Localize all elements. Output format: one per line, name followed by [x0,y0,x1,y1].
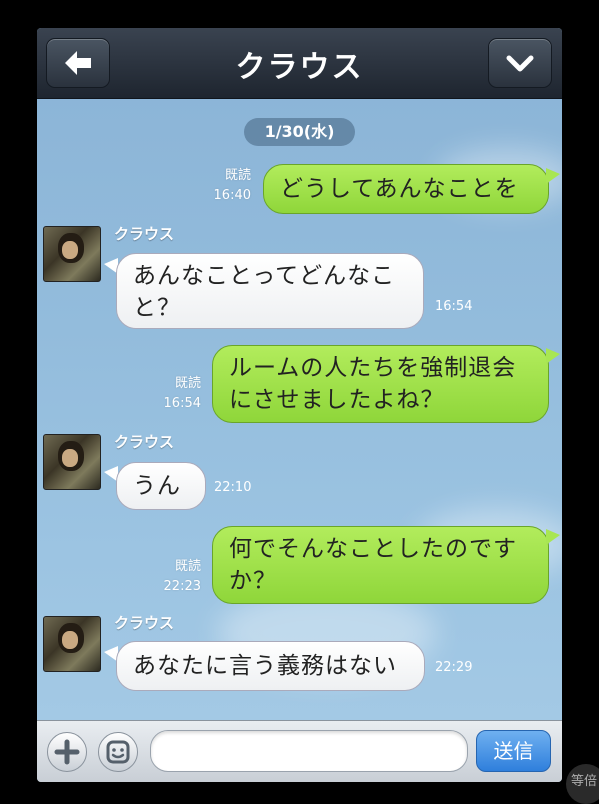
message-text: 何でそんなことしたのです [229,536,517,562]
message-text: うん [133,473,181,499]
message-text: か？ [229,568,277,594]
read-receipt: 既読 16:40 [213,168,251,203]
message-bubble-outgoing[interactable]: ルームの人たちを強制退会 にさせましたよね？ [212,345,549,423]
message-text: あんなことってどんなこ [133,263,396,289]
read-receipt: 既読 16:54 [163,376,201,411]
avatar[interactable] [43,616,101,672]
chevron-down-icon [506,55,534,72]
sticker-button[interactable] [98,732,138,772]
chat-screen: クラウス 1/30(水) 既読 16:40 どうしてあんなことを クラウス あんな… [37,28,562,782]
message-bubble-incoming[interactable]: うん [116,462,206,510]
plus-icon [54,739,80,765]
message-text: と？ [133,295,181,321]
sender-name: クラウス [114,225,175,243]
message-bubble-incoming[interactable]: あんなことってどんなこ と？ [116,253,424,329]
message-text: ルームの人たちを強制退会 [229,355,517,381]
chat-header: クラウス [37,28,562,99]
avatar[interactable] [43,434,101,490]
message-time: 22:10 [214,480,252,495]
message-input-bar: 送信 [37,720,562,782]
smiley-icon [106,740,130,764]
zoom-badge[interactable]: 等倍 [566,764,599,804]
message-input[interactable] [150,730,468,772]
sender-name: クラウス [114,614,175,632]
chat-title: クラウス [235,50,364,85]
message-bubble-outgoing[interactable]: どうしてあんなことを [263,164,549,214]
message-bubble-incoming[interactable]: あなたに言う義務はない [116,641,425,691]
message-time: 22:29 [435,660,473,675]
message-time: 16:54 [435,299,473,314]
date-separator: 1/30(水) [244,118,355,146]
message-text: どうしてあんなことを [280,176,519,202]
message-text: あなたに言う義務はない [133,653,397,679]
read-receipt: 既読 22:23 [163,559,201,594]
bubble-tail [546,348,560,364]
add-attachment-button[interactable] [47,732,87,772]
bubble-tail [546,168,560,184]
bubble-tail [546,529,560,545]
avatar[interactable] [43,226,101,282]
menu-toggle-button[interactable] [488,38,552,88]
message-text: にさせましたよね？ [229,387,445,413]
sender-name: クラウス [114,433,175,451]
message-bubble-outgoing[interactable]: 何でそんなことしたのです か？ [212,526,549,604]
send-button[interactable]: 送信 [476,730,551,772]
